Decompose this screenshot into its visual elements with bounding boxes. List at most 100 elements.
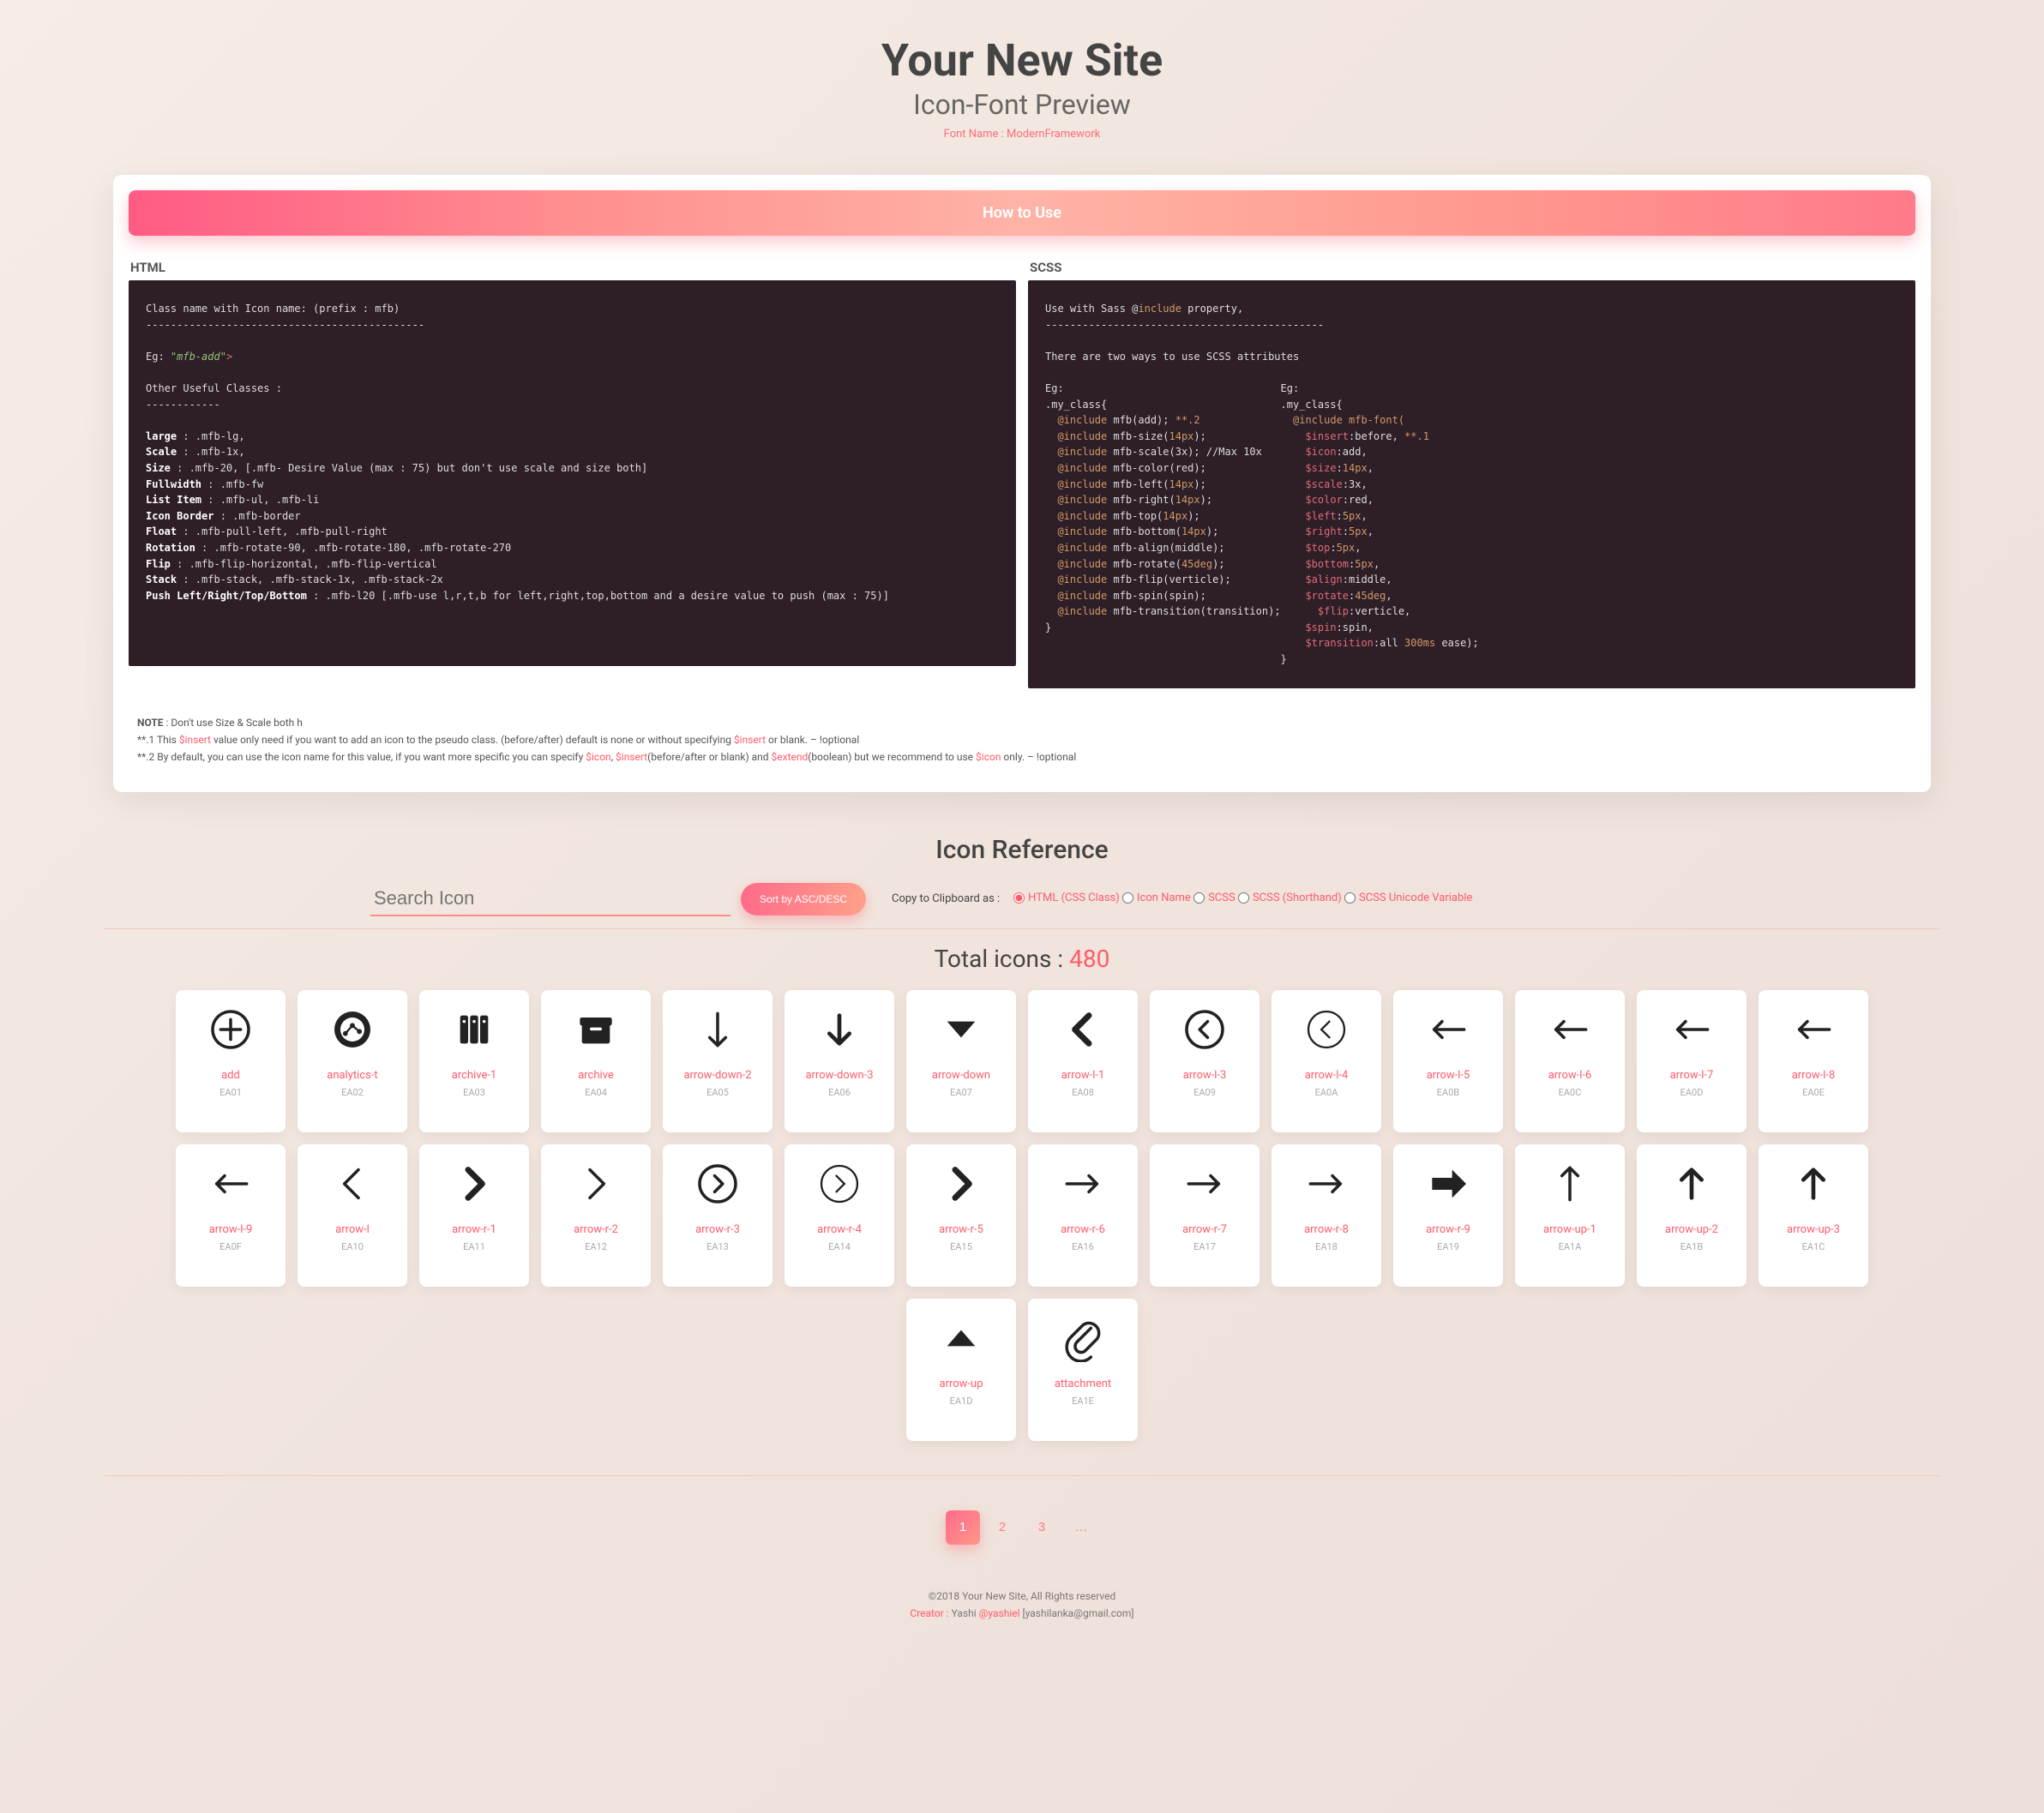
- arrow-r-6-icon: [1055, 1156, 1110, 1211]
- arrow-r-3-icon: [690, 1156, 745, 1211]
- icon-reference-heading: Icon Reference: [0, 835, 2044, 865]
- icon-tile-name: arrow-l-7: [1670, 1069, 1714, 1082]
- icon-tile-name: arrow-r-1: [452, 1223, 496, 1236]
- icon-tile-name: arrow-down: [932, 1069, 990, 1082]
- icon-tile-name: arrow-up: [940, 1378, 983, 1390]
- icon-tile[interactable]: arrow-r-7EA17: [1150, 1144, 1259, 1287]
- icon-tile-code: EA01: [219, 1087, 242, 1098]
- analytics-t-icon: [325, 1002, 380, 1057]
- clip-option[interactable]: SCSS (Shorthand): [1238, 891, 1342, 904]
- icon-tile[interactable]: arrow-lEA10: [298, 1144, 407, 1287]
- how-to-use-card: How to Use HTML Class name with Icon nam…: [113, 175, 1931, 792]
- icon-grid: addEA01analytics-tEA02archive-1EA03archi…: [105, 990, 1939, 1441]
- icon-tile[interactable]: arrow-l-1 EA08: [1028, 990, 1138, 1132]
- icon-tile-name: arrow-r-7: [1182, 1223, 1227, 1236]
- sort-button[interactable]: Sort by ASC/DESC: [741, 883, 866, 916]
- icon-tile[interactable]: arrow-l-7EA0D: [1637, 990, 1746, 1132]
- icon-tile-code: EA13: [706, 1241, 729, 1252]
- icon-tile[interactable]: arrow-l-3 EA09: [1150, 990, 1259, 1132]
- attachment-icon: [1055, 1311, 1110, 1366]
- icon-tile-code: EA08: [1072, 1087, 1094, 1098]
- arrow-l-4-icon: [1299, 1002, 1354, 1057]
- clip-option[interactable]: SCSS Unicode Variable: [1344, 891, 1472, 904]
- arrow-r-2-icon: [568, 1156, 623, 1211]
- arrow-l-6-icon: [1542, 1002, 1597, 1057]
- clip-option[interactable]: SCSS: [1193, 891, 1235, 904]
- icon-tile[interactable]: arrow-l-8EA0E: [1758, 990, 1868, 1132]
- icon-tile-code: EA07: [950, 1087, 972, 1098]
- arrow-r-8-icon: [1299, 1156, 1354, 1211]
- icon-tile[interactable]: arrow-down-3EA06: [785, 990, 894, 1132]
- icon-tile[interactable]: arrow-l-4EA0A: [1271, 990, 1381, 1132]
- add-icon: [203, 1002, 258, 1057]
- icon-tile[interactable]: analytics-tEA02: [298, 990, 407, 1132]
- icon-tile-name: arrow-r-5: [939, 1223, 983, 1236]
- icon-tile-name: add: [221, 1069, 240, 1082]
- arrow-l-8-icon: [1786, 1002, 1841, 1057]
- arrow-down-icon: [934, 1002, 989, 1057]
- html-label: HTML: [129, 255, 1016, 280]
- icon-tile-name: arrow-r-2: [574, 1223, 618, 1236]
- icon-tile[interactable]: arrow-l-6EA0C: [1515, 990, 1625, 1132]
- icon-tile-name: arrow-r-6: [1061, 1223, 1105, 1236]
- icon-tile[interactable]: archiveEA04: [541, 990, 651, 1132]
- how-to-use-bar: How to Use: [129, 190, 1915, 236]
- icon-tile-name: arrow-l-3: [1183, 1069, 1227, 1082]
- arrow-r-7-icon: [1177, 1156, 1232, 1211]
- icon-tile[interactable]: arrow-up-3 EA1C: [1758, 1144, 1868, 1287]
- icon-tile[interactable]: arrow-r-8EA18: [1271, 1144, 1381, 1287]
- footer: ©2018 Your New Site, All Rights reserved…: [0, 1588, 2044, 1623]
- icon-tile[interactable]: arrow-down-2EA05: [663, 990, 773, 1132]
- icon-tile-code: EA19: [1437, 1241, 1459, 1252]
- arrow-up-2-icon: [1664, 1156, 1719, 1211]
- icon-tile[interactable]: arrow-r-3EA13: [663, 1144, 773, 1287]
- html-code-block: Class name with Icon name: (prefix : mfb…: [129, 280, 1016, 666]
- icon-tile[interactable]: arrow-up-2EA1B: [1637, 1144, 1746, 1287]
- scss-code-block: Use with Sass @include property, -------…: [1028, 280, 1915, 688]
- icon-tile-code: EA0B: [1437, 1087, 1459, 1098]
- icon-tile[interactable]: arrow-r-2 EA12: [541, 1144, 651, 1287]
- icon-tile[interactable]: arrow-down EA07: [906, 990, 1016, 1132]
- icon-tile[interactable]: arrow-r-1EA11: [419, 1144, 529, 1287]
- arrow-r-9-icon: [1421, 1156, 1476, 1211]
- icon-tile[interactable]: add EA01: [176, 990, 286, 1132]
- pager-button[interactable]: 1: [946, 1510, 980, 1545]
- icon-tile[interactable]: arrow-l-9EA0F: [176, 1144, 286, 1287]
- icon-tile-code: EA1B: [1680, 1241, 1703, 1252]
- icon-tile[interactable]: arrow-r-9EA19: [1393, 1144, 1503, 1287]
- icon-tile[interactable]: attachmentEA1E: [1028, 1299, 1138, 1441]
- icon-tile-code: EA14: [828, 1241, 851, 1252]
- icon-tile-name: arrow-l: [335, 1223, 370, 1236]
- icon-tile-code: EA1C: [1802, 1241, 1825, 1252]
- icon-tile-name: arrow-down-2: [683, 1069, 751, 1082]
- icon-tile-name: archive-1: [452, 1069, 497, 1082]
- icon-tile-code: EA09: [1193, 1087, 1216, 1098]
- arrow-down-3-icon: [812, 1002, 867, 1057]
- icon-tile-code: EA18: [1315, 1241, 1338, 1252]
- pager-button[interactable]: …: [1064, 1510, 1098, 1545]
- arrow-l-icon: [325, 1156, 380, 1211]
- icon-tile-code: EA03: [463, 1087, 485, 1098]
- pager: 123…: [0, 1510, 2044, 1545]
- icon-tile-name: arrow-l-1: [1061, 1069, 1105, 1082]
- arrow-r-1-icon: [447, 1156, 502, 1211]
- icon-tile-name: arrow-l-6: [1548, 1069, 1592, 1082]
- icon-tile[interactable]: arrow-upEA1D: [906, 1299, 1016, 1441]
- icon-tile[interactable]: arrow-r-5EA15: [906, 1144, 1016, 1287]
- icon-tile[interactable]: arrow-r-6EA16: [1028, 1144, 1138, 1287]
- icon-tile[interactable]: arrow-l-5 EA0B: [1393, 990, 1503, 1132]
- page-subtitle: Icon-Font Preview: [17, 88, 2027, 121]
- icon-tile-name: arrow-l-9: [209, 1223, 253, 1236]
- icon-tile[interactable]: arrow-r-4EA14: [785, 1144, 894, 1287]
- icon-tile-name: arrow-up-3: [1787, 1223, 1840, 1236]
- clip-option[interactable]: HTML (CSS Class): [1013, 891, 1120, 904]
- icon-tile-code: EA12: [585, 1241, 607, 1252]
- icon-tile-name: analytics-t: [327, 1069, 377, 1082]
- search-input[interactable]: [370, 882, 730, 916]
- pager-button[interactable]: 3: [1025, 1510, 1059, 1545]
- pager-button[interactable]: 2: [985, 1510, 1019, 1545]
- icon-tile-name: arrow-l-5: [1427, 1069, 1470, 1082]
- clip-option[interactable]: Icon Name: [1122, 891, 1191, 904]
- icon-tile[interactable]: archive-1 EA03: [419, 990, 529, 1132]
- icon-tile[interactable]: arrow-up-1EA1A: [1515, 1144, 1625, 1287]
